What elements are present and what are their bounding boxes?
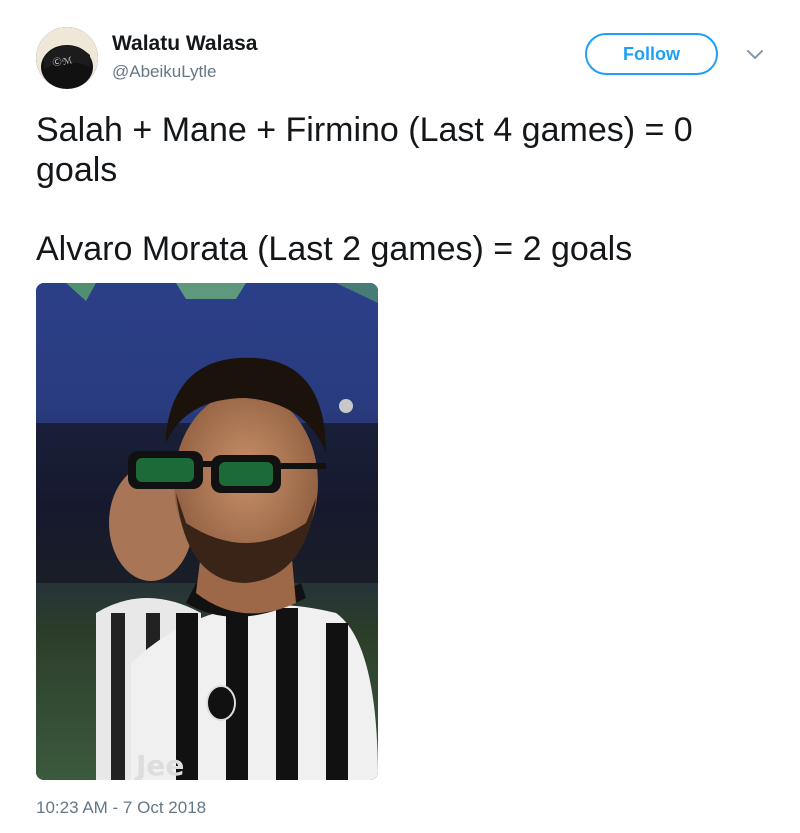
avatar-image: Ⓒ· ℳ [36,27,98,89]
tweet-text-line: Alvaro Morata (Last 2 games) = 2 goals [36,230,633,268]
follow-button[interactable]: Follow [585,33,718,75]
player-photo: Jee [36,283,378,780]
svg-text:Jee: Jee [134,749,184,780]
chevron-down-icon[interactable] [746,48,764,62]
tweet-card: Ⓒ· ℳ Walatu Walasa @AbeikuLytle Follow S… [0,0,800,833]
author-handle[interactable]: @AbeikuLytle [112,62,217,82]
author-avatar[interactable]: Ⓒ· ℳ [36,27,98,89]
author-display-name[interactable]: Walatu Walasa [112,32,257,56]
tweet-text: Salah + Mane + Firmino (Last 4 games) = … [36,110,766,269]
tweet-text-line: Salah + Mane + Firmino (Last 4 games) = … [36,111,693,189]
tweet-timestamp[interactable]: 10:23 AM - 7 Oct 2018 [36,798,206,818]
tweet-photo[interactable]: Jee [36,283,378,780]
